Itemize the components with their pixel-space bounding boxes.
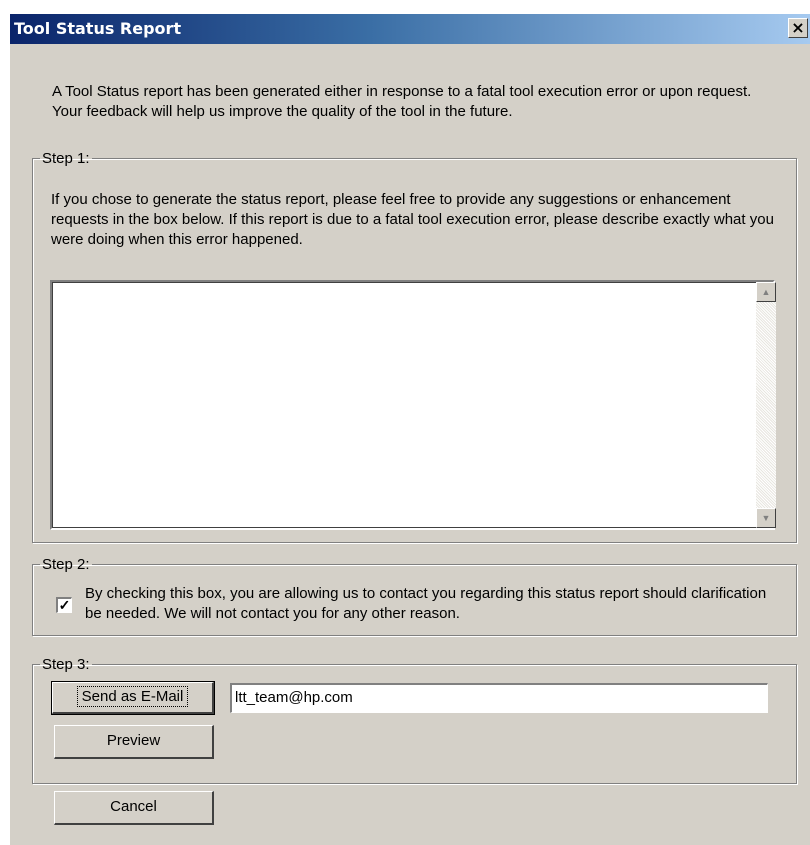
step1-legend: Step 1: xyxy=(42,150,90,167)
scroll-down-button[interactable]: ▼ xyxy=(756,508,776,528)
feedback-textarea[interactable] xyxy=(50,280,775,530)
close-icon: × xyxy=(791,18,805,37)
cancel-button[interactable]: Cancel xyxy=(54,791,214,825)
dialog-window: Tool Status Report × A Tool Status repor… xyxy=(10,14,810,845)
step1-instructions: If you chose to generate the status repo… xyxy=(51,191,774,248)
step2-legend: Step 2: xyxy=(42,556,90,573)
step3-group: Step 3: xyxy=(32,656,797,784)
preview-button[interactable]: Preview xyxy=(54,725,214,759)
email-address-input[interactable]: ltt_team@hp.com xyxy=(230,683,768,713)
title-bar[interactable]: Tool Status Report × xyxy=(10,14,810,44)
scroll-up-icon: ▲ xyxy=(761,287,771,297)
check-mark-icon: ✓ xyxy=(58,597,71,613)
close-button[interactable]: × xyxy=(788,18,808,38)
scroll-up-button[interactable]: ▲ xyxy=(756,282,776,302)
step3-legend: Step 3: xyxy=(42,656,90,673)
scroll-down-icon: ▼ xyxy=(761,513,771,523)
window-title: Tool Status Report xyxy=(14,19,182,38)
send-email-label: Send as E-Mail xyxy=(76,686,189,707)
intro-text: A Tool Status report has been generated … xyxy=(52,83,752,120)
contact-checkbox-label: By checking this box, you are allowing u… xyxy=(85,585,767,622)
send-email-button[interactable]: Send as E-Mail xyxy=(51,681,215,715)
feedback-scrollbar[interactable]: ▲ ▼ xyxy=(756,282,776,528)
contact-checkbox[interactable]: ✓ xyxy=(56,597,72,613)
